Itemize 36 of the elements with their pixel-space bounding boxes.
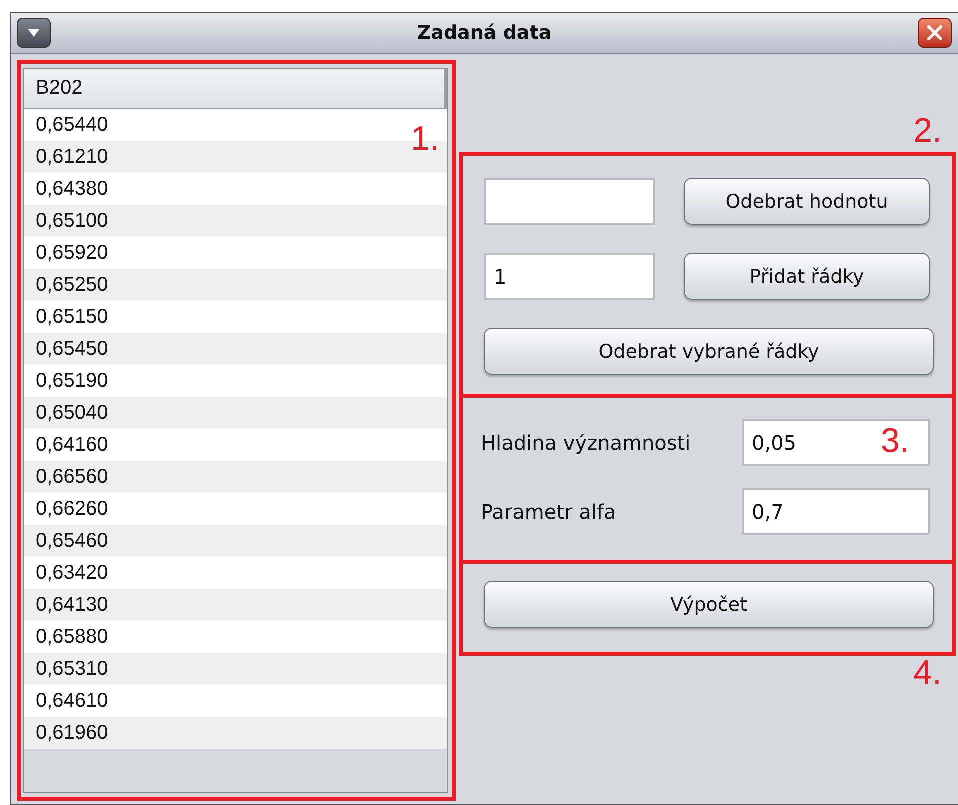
compute-button[interactable]: Výpočet <box>484 581 934 628</box>
table-cell: 0,64130 <box>24 589 447 621</box>
remove-selected-button[interactable]: Odebrat vybrané řádky <box>484 328 934 375</box>
close-button[interactable] <box>918 18 952 48</box>
input-field[interactable]: 0,7 <box>742 488 930 535</box>
table-cell: 0,65250 <box>24 269 447 301</box>
close-icon <box>927 25 943 41</box>
table-cell: 0,65450 <box>24 333 447 365</box>
table-cell: 0,64160 <box>24 429 447 461</box>
table-cell: 0,66260 <box>24 493 447 525</box>
table-cell: 0,61960 <box>24 717 447 749</box>
table-cell: 0,64380 <box>24 173 447 205</box>
annotation-number: 2. <box>914 114 942 148</box>
window-menu-button[interactable] <box>17 18 51 48</box>
window-title: Zadaná data <box>416 22 553 44</box>
table-cell: 0,65190 <box>24 365 447 397</box>
annotation-number: 4. <box>914 656 942 690</box>
table-cell: 0,65920 <box>24 237 447 269</box>
table-cell: 0,65880 <box>24 621 447 653</box>
table-cell: 0,63420 <box>24 557 447 589</box>
field-label: Hladina významnosti <box>481 430 691 454</box>
table-cell: 0,65310 <box>24 653 447 685</box>
annotation-number: 3. <box>881 422 910 461</box>
remove-value-button[interactable]: Odebrat hodnotu <box>684 178 930 225</box>
add-rows-button[interactable]: Přidat řádky <box>684 253 930 300</box>
input-field[interactable] <box>484 178 655 225</box>
table-cell: 0,65150 <box>24 301 447 333</box>
field-label: Parametr alfa <box>481 500 616 524</box>
table-cell: 0,65460 <box>24 525 447 557</box>
table-cell: 0,64610 <box>24 685 447 717</box>
column-header[interactable]: B202 <box>24 69 447 109</box>
table-cell: 0,66560 <box>24 461 447 493</box>
input-field[interactable]: 1 <box>484 253 655 300</box>
dropdown-icon <box>27 28 41 38</box>
table-cell: 0,65100 <box>24 205 447 237</box>
table-cell: 0,65040 <box>24 397 447 429</box>
